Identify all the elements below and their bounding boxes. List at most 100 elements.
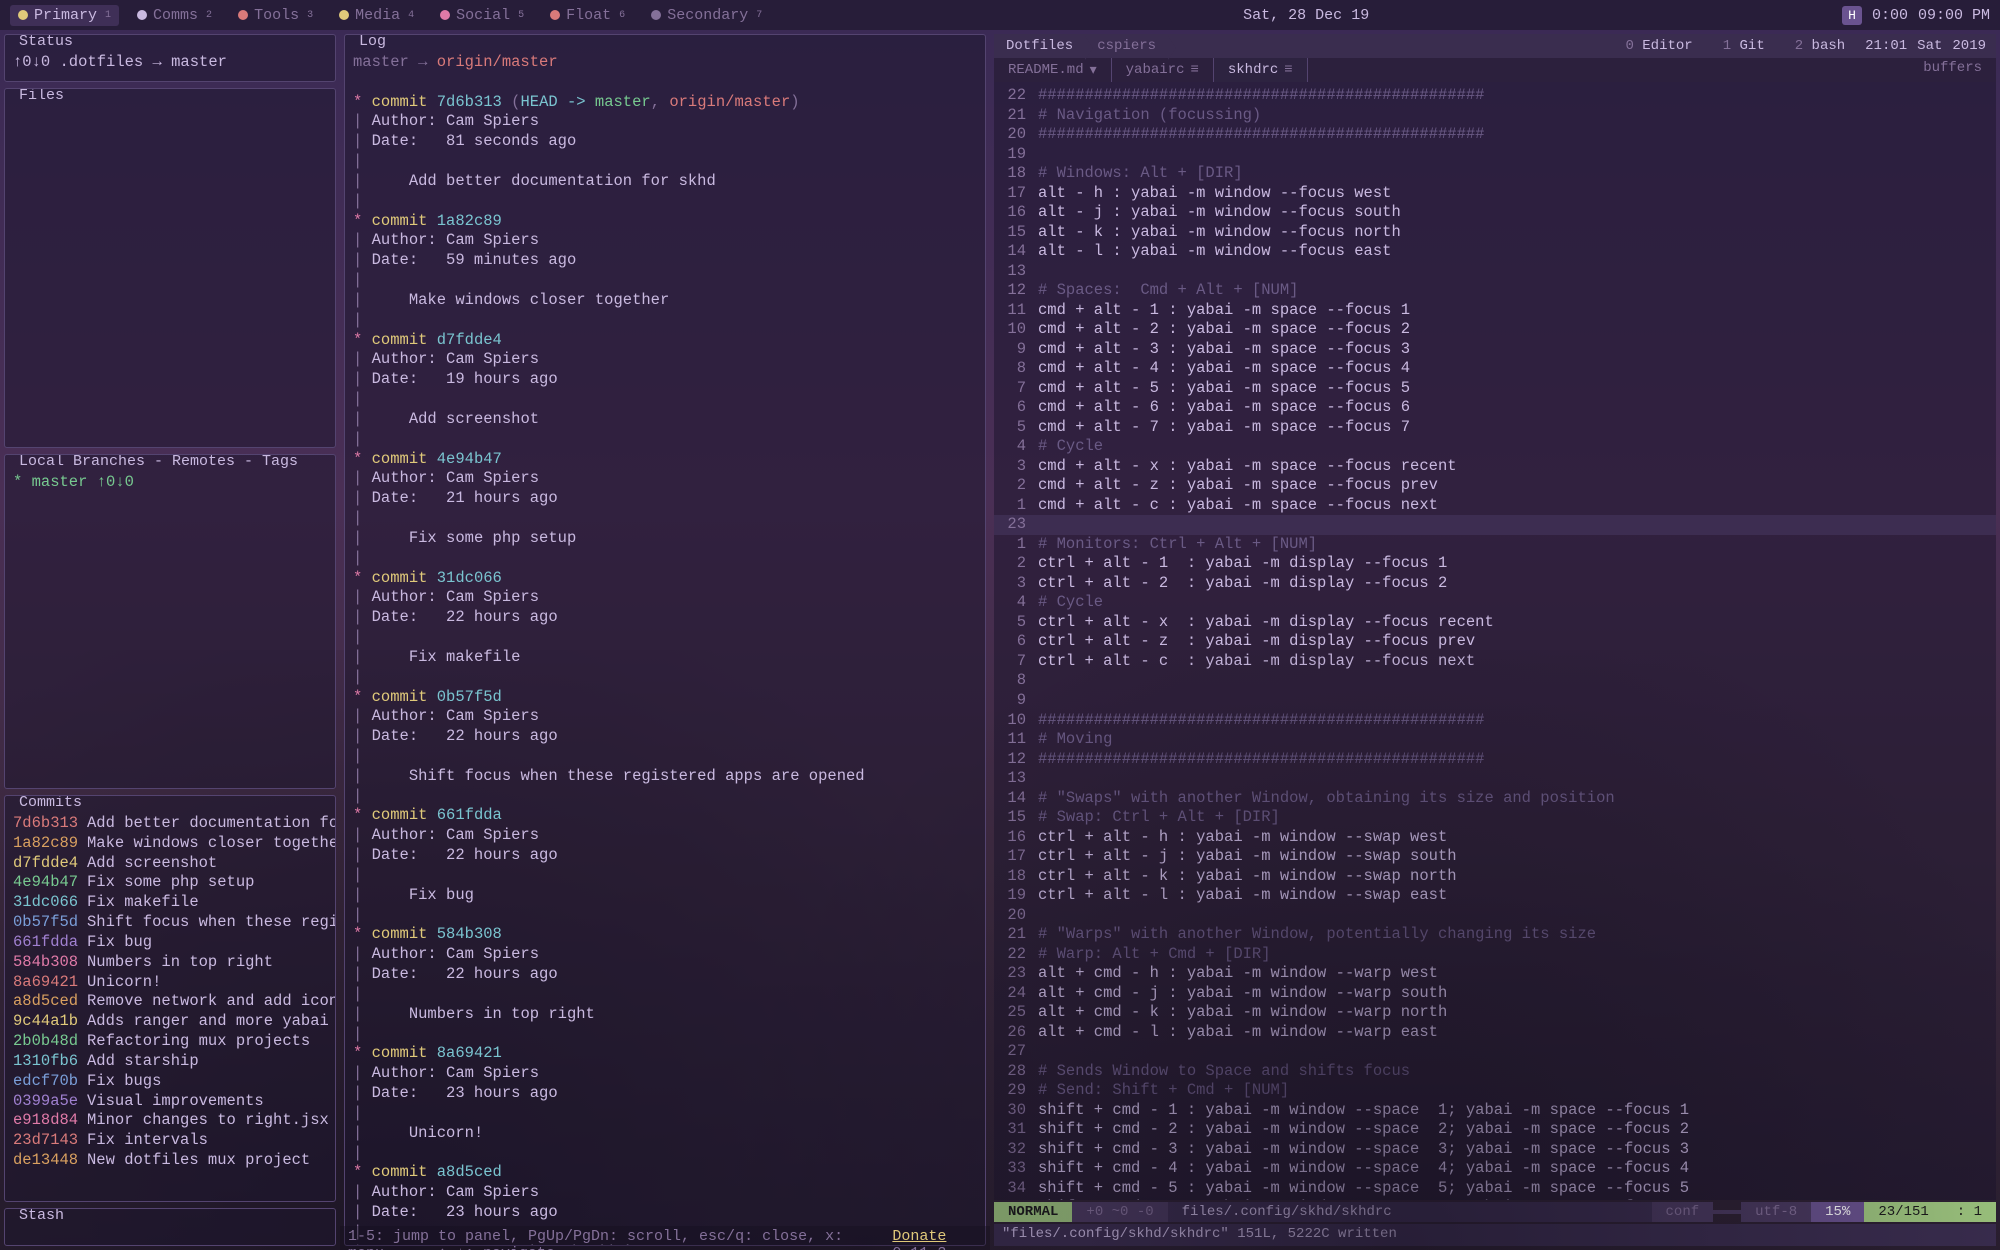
commit-row[interactable]: 0b57f5dShift focus when these registe <box>13 913 327 933</box>
code-line[interactable]: 8 <box>994 671 1996 691</box>
code-line[interactable]: 7cmd + alt - 5 : yabai -m space --focus … <box>994 379 1996 399</box>
code-line[interactable]: 12# Spaces: Cmd + Alt + [NUM] <box>994 281 1996 301</box>
code-line[interactable]: 20 <box>994 906 1996 926</box>
donate-link[interactable]: Donate <box>892 1228 946 1245</box>
commit-row[interactable]: de13448New dotfiles mux project <box>13 1151 327 1171</box>
commit-row[interactable]: 1310fb6Add starship <box>13 1052 327 1072</box>
commit-row[interactable]: 4e94b47Fix some php setup <box>13 873 327 893</box>
code-line[interactable]: 34shift + cmd - 5 : yabai -m window --sp… <box>994 1179 1996 1199</box>
code-line[interactable]: 17ctrl + alt - j : yabai -m window --swa… <box>994 847 1996 867</box>
code-line[interactable]: 31shift + cmd - 2 : yabai -m window --sp… <box>994 1120 1996 1140</box>
code-line[interactable]: 17alt - h : yabai -m window --focus west <box>994 184 1996 204</box>
code-line[interactable]: 1cmd + alt - c : yabai -m space --focus … <box>994 496 1996 516</box>
crumb-project[interactable]: Dotfiles <box>994 36 1085 56</box>
branches-pane[interactable]: Local Branches - Remotes - Tags * master… <box>4 454 336 789</box>
code-line[interactable]: 20######################################… <box>994 125 1996 145</box>
code-line[interactable]: 10cmd + alt - 2 : yabai -m space --focus… <box>994 320 1996 340</box>
workspace-secondary[interactable]: Secondary7 <box>643 5 770 26</box>
commit-row[interactable]: 2b0b48dRefactoring mux projects <box>13 1032 327 1052</box>
code-line[interactable]: 21# "Warps" with another Window, potenti… <box>994 925 1996 945</box>
commit-row[interactable]: 31dc066Fix makefile <box>13 893 327 913</box>
workspace-comms[interactable]: Comms2 <box>129 5 220 26</box>
code-line[interactable]: 13 <box>994 769 1996 789</box>
code-line[interactable]: 2cmd + alt - z : yabai -m space --focus … <box>994 476 1996 496</box>
code-line[interactable]: 14# "Swaps" with another Window, obtaini… <box>994 789 1996 809</box>
code-line[interactable]: 9 <box>994 691 1996 711</box>
code-line[interactable]: 21# Navigation (focussing) <box>994 106 1996 126</box>
code-line[interactable]: 5ctrl + alt - x : yabai -m display --foc… <box>994 613 1996 633</box>
code-line[interactable]: 3ctrl + alt - 2 : yabai -m display --foc… <box>994 574 1996 594</box>
code-line[interactable]: 27 <box>994 1042 1996 1062</box>
workspace-primary[interactable]: Primary1 <box>10 5 119 26</box>
code-line[interactable]: 16ctrl + alt - h : yabai -m window --swa… <box>994 828 1996 848</box>
code-line[interactable]: 6cmd + alt - 6 : yabai -m space --focus … <box>994 398 1996 418</box>
code-line[interactable]: 16alt - j : yabai -m window --focus sout… <box>994 203 1996 223</box>
workspace-float[interactable]: Float6 <box>542 5 633 26</box>
workspace-media[interactable]: Media4 <box>331 5 422 26</box>
commit-row[interactable]: 23d7143Fix intervals <box>13 1131 327 1151</box>
commit-row[interactable]: 7d6b313Add better documentation for s <box>13 814 327 834</box>
workspace-social[interactable]: Social5 <box>432 5 532 26</box>
code-line[interactable]: 32shift + cmd - 3 : yabai -m window --sp… <box>994 1140 1996 1160</box>
commit-row[interactable]: 661fddaFix bug <box>13 933 327 953</box>
buffer-tab[interactable]: skhdrc≡ <box>1214 58 1308 82</box>
code-line[interactable]: 28# Sends Window to Space and shifts foc… <box>994 1062 1996 1082</box>
workspace-tools[interactable]: Tools3 <box>230 5 321 26</box>
code-line[interactable]: 3cmd + alt - x : yabai -m space --focus … <box>994 457 1996 477</box>
crumb-user[interactable]: cspiers <box>1085 36 1168 56</box>
code-line[interactable]: 1# Monitors: Ctrl + Alt + [NUM] <box>994 535 1996 555</box>
commit-row[interactable]: e918d84Minor changes to right.jsx <box>13 1111 327 1131</box>
code-line[interactable]: 5cmd + alt - 7 : yabai -m space --focus … <box>994 418 1996 438</box>
code-line[interactable]: 14alt - l : yabai -m window --focus east <box>994 242 1996 262</box>
code-line[interactable]: 11cmd + alt - 1 : yabai -m space --focus… <box>994 301 1996 321</box>
branch-current[interactable]: * master ↑0↓0 <box>13 473 134 491</box>
code-line[interactable]: 33shift + cmd - 4 : yabai -m window --sp… <box>994 1159 1996 1179</box>
code-line[interactable]: 23 <box>994 515 1996 535</box>
commit-row[interactable]: 1a82c89Make windows closer together <box>13 834 327 854</box>
code-line[interactable]: 22# Warp: Alt + Cmd + [DIR] <box>994 945 1996 965</box>
code-line[interactable]: 8cmd + alt - 4 : yabai -m space --focus … <box>994 359 1996 379</box>
log-pane[interactable]: Log master → origin/master * commit 7d6b… <box>344 34 986 1246</box>
code-line[interactable]: 15alt - k : yabai -m window --focus nort… <box>994 223 1996 243</box>
code-line[interactable]: 4# Cycle <box>994 593 1996 613</box>
commit-row[interactable]: 8a69421Unicorn! <box>13 973 327 993</box>
code-line[interactable]: 11# Moving <box>994 730 1996 750</box>
code-line[interactable]: 22######################################… <box>994 86 1996 106</box>
code-line[interactable]: 4# Cycle <box>994 437 1996 457</box>
commit-row[interactable]: 584b308Numbers in top right <box>13 953 327 973</box>
commit-row[interactable]: a8d5cedRemove network and add icons t <box>13 992 327 1012</box>
files-pane[interactable]: Files <box>4 88 336 448</box>
buffer-tab[interactable]: yabairc≡ <box>1112 58 1214 82</box>
commit-row[interactable]: d7fdde4Add screenshot <box>13 854 327 874</box>
code-line[interactable]: 13 <box>994 262 1996 282</box>
code-line[interactable]: 7ctrl + alt - c : yabai -m display --foc… <box>994 652 1996 672</box>
code-line[interactable]: 10######################################… <box>994 711 1996 731</box>
code-line[interactable]: 9cmd + alt - 3 : yabai -m space --focus … <box>994 340 1996 360</box>
code-line[interactable]: 15# Swap: Ctrl + Alt + [DIR] <box>994 808 1996 828</box>
line-number: 20 <box>994 906 1038 926</box>
commits-pane[interactable]: Commits 7d6b313Add better documentation … <box>4 795 336 1202</box>
status-pane[interactable]: Status ↑0↓0 .dotfiles → master <box>4 34 336 82</box>
tmux-window[interactable]: 0 Editor <box>1615 38 1702 54</box>
code-line[interactable]: 18ctrl + alt - k : yabai -m window --swa… <box>994 867 1996 887</box>
stash-pane[interactable]: Stash <box>4 1208 336 1246</box>
code-line[interactable]: 23alt + cmd - h : yabai -m window --warp… <box>994 964 1996 984</box>
code-line[interactable]: 2ctrl + alt - 1 : yabai -m display --foc… <box>994 554 1996 574</box>
code-line[interactable]: 19ctrl + alt - l : yabai -m window --swa… <box>994 886 1996 906</box>
tmux-window[interactable]: 2 bash <box>1785 38 1855 54</box>
buffer-tab[interactable]: README.md▾ <box>994 58 1112 82</box>
code-line[interactable]: 12######################################… <box>994 750 1996 770</box>
code-line[interactable]: 6ctrl + alt - z : yabai -m display --foc… <box>994 632 1996 652</box>
commit-row[interactable]: 0399a5eVisual improvements <box>13 1092 327 1112</box>
code-line[interactable]: 25alt + cmd - k : yabai -m window --warp… <box>994 1003 1996 1023</box>
commit-row[interactable]: 9c44a1bAdds ranger and more yabai <box>13 1012 327 1032</box>
code-line[interactable]: 26alt + cmd - l : yabai -m window --warp… <box>994 1023 1996 1043</box>
code-line[interactable]: 30shift + cmd - 1 : yabai -m window --sp… <box>994 1101 1996 1121</box>
code-editor[interactable]: 22######################################… <box>994 82 1996 1200</box>
commit-row[interactable]: edcf70bFix bugs <box>13 1072 327 1092</box>
code-line[interactable]: 24alt + cmd - j : yabai -m window --warp… <box>994 984 1996 1004</box>
code-line[interactable]: 29# Send: Shift + Cmd + [NUM] <box>994 1081 1996 1101</box>
code-line[interactable]: 18# Windows: Alt + [DIR] <box>994 164 1996 184</box>
code-line[interactable]: 19 <box>994 145 1996 165</box>
tmux-window[interactable]: 1 Git <box>1713 38 1775 54</box>
